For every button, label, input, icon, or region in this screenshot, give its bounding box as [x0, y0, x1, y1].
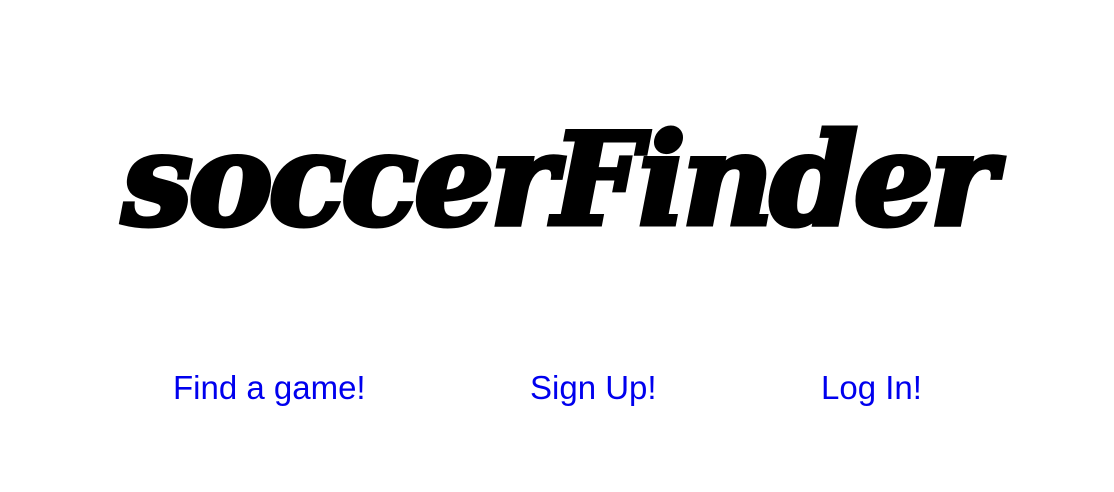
- landing-page: soccerFinder Find a game! Sign Up! Log I…: [0, 0, 1114, 492]
- logo-container: soccerFinder: [0, 110, 1114, 250]
- log-in-link[interactable]: Log In!: [821, 366, 922, 410]
- site-logo: soccerFinder: [119, 106, 999, 254]
- main-nav: Find a game! Sign Up! Log In!: [0, 366, 1114, 410]
- find-game-link[interactable]: Find a game!: [173, 366, 366, 410]
- sign-up-link[interactable]: Sign Up!: [530, 366, 657, 410]
